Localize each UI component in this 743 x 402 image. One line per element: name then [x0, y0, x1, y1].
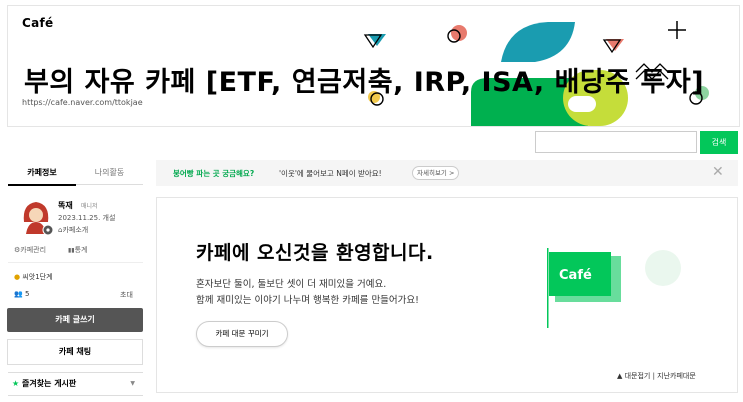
welcome-text-line-1: 혼자보단 둘이, 둘보단 셋이 더 재미있을 거예요. [196, 279, 387, 290]
favorite-board-label: 즐겨찾는 게시판 [21, 379, 77, 388]
notice-text[interactable]: '이웃'에 물어보고 N페이 받아요! [279, 168, 382, 179]
member-level[interactable]: ● 씨앗1단계 [14, 272, 53, 282]
created-date: 2023.11.25. 개설 [58, 214, 116, 222]
cafe-url: https://cafe.naver.com/ttokjae [22, 98, 143, 107]
cafe-flag-illustration: Café [547, 248, 681, 328]
seed-icon: ● [14, 273, 21, 281]
stats-label: 통계 [74, 246, 88, 254]
red-triangle-shape [606, 39, 624, 51]
teal-leaf-shape [501, 22, 575, 62]
divider [8, 262, 143, 263]
welcome-text-line-2: 함께 재미있는 이야기 나누며 행복한 카페를 만들어가요! [196, 295, 419, 306]
star-icon: ★ [12, 379, 20, 388]
tab-cafe-info[interactable]: 카페정보 [8, 160, 76, 186]
search-input[interactable] [535, 131, 697, 153]
chevron-down-icon: ▼ [130, 380, 135, 387]
manager-name[interactable]: 똑재 [58, 200, 73, 211]
favorite-board-toggle[interactable]: ★ 즐겨찾는 게시판 ▼ [8, 372, 143, 396]
plus-shape [668, 21, 686, 39]
write-post-button[interactable]: 카페 글쓰기 [7, 308, 143, 332]
search-button[interactable]: 검색 [700, 131, 738, 154]
member-count[interactable]: 👥 5 [14, 290, 29, 298]
notice-highlight[interactable]: 붕어빵 파는 곳 궁금해요? [173, 168, 254, 179]
invite-link[interactable]: 초대 [120, 290, 133, 300]
manager-badge: 매니저 [81, 203, 98, 210]
mint-circle-shape [645, 250, 681, 286]
members-icon: 👥 [14, 290, 23, 298]
welcome-box: 카페에 오신것을 환영합니다. 혼자보단 둘이, 둘보단 셋이 더 재미있을 거… [156, 197, 738, 393]
notice-bar: 붕어빵 파는 곳 궁금해요? '이웃'에 물어보고 N페이 받아요! 자세히보기… [156, 160, 738, 186]
close-icon[interactable]: ✕ [712, 164, 724, 180]
fold-front-link[interactable]: ▲ 대문접기 | 지난카페대문 [617, 371, 696, 381]
member-level-label: 씨앗1단계 [22, 273, 53, 281]
stats-link[interactable]: ▮▮통계 [68, 245, 88, 255]
cafe-manage-link[interactable]: ⚙카페관리 [14, 245, 46, 255]
cafe-manage-label: 카페관리 [20, 246, 47, 254]
cafe-intro-label: 카페소개 [62, 226, 89, 234]
welcome-title: 카페에 오신것을 환영합니다. [196, 242, 434, 264]
cafe-intro-link[interactable]: ⌂카페소개 [58, 225, 88, 235]
cafe-chat-button[interactable]: 카페 채팅 [7, 339, 143, 365]
decorate-front-button[interactable]: 카페 대문 꾸미기 [196, 321, 288, 347]
notice-more-button[interactable]: 자세히보기 > [412, 166, 460, 180]
cafe-header: Café 부의 자유 카페 [ETF, 연금저축, IRP, ISA, 배당주 … [7, 5, 740, 127]
flag-label: Café [559, 268, 592, 283]
member-count-value: 5 [24, 290, 30, 298]
tab-my-activity[interactable]: 나의활동 [76, 160, 143, 185]
cafe-title[interactable]: 부의 자유 카페 [ETF, 연금저축, IRP, ISA, 배당주 투자] [24, 60, 704, 99]
manager-avatar[interactable] [18, 196, 54, 236]
flag-pole-shape [547, 248, 549, 328]
bar-chart-icon: ▮▮ [68, 247, 75, 254]
